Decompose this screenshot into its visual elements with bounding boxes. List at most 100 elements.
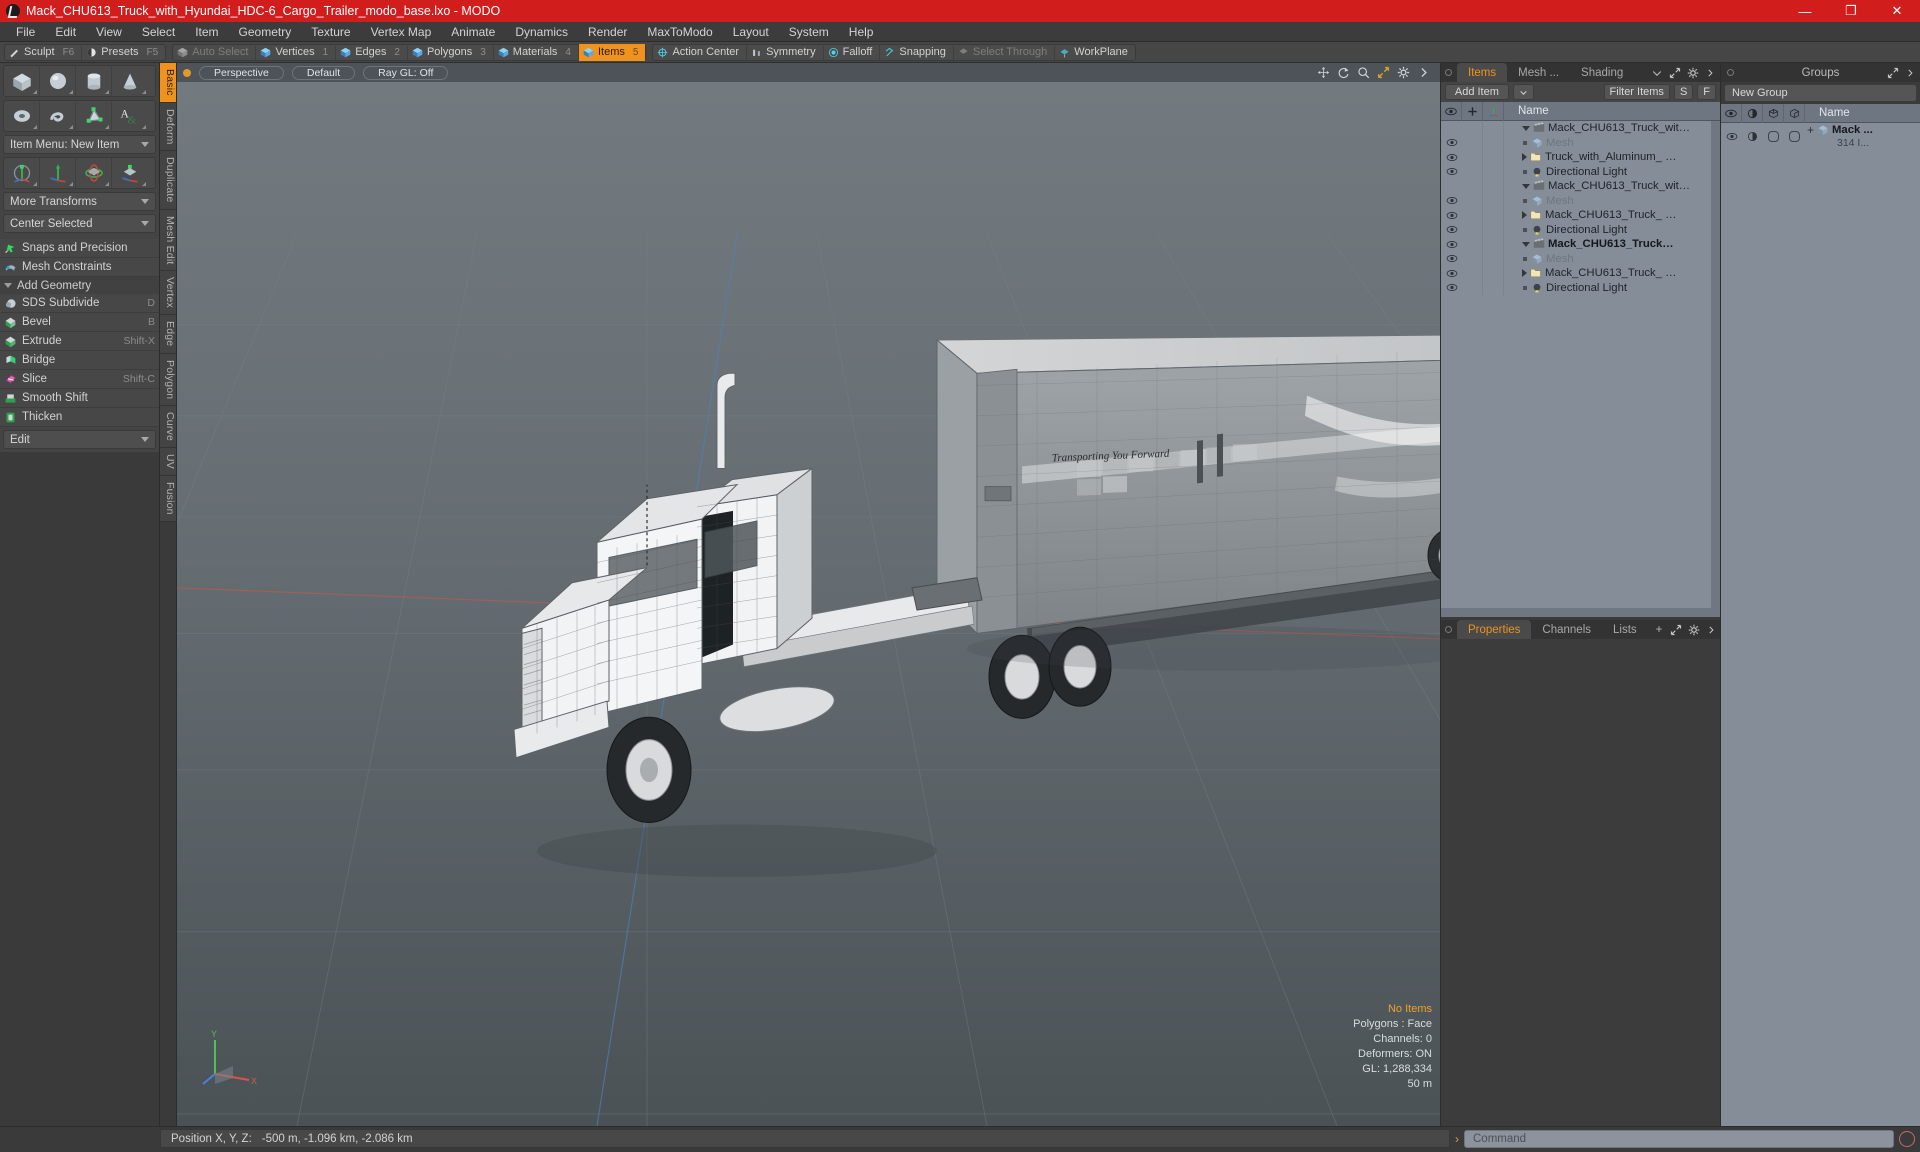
row-name-cell[interactable]: Directional Light: [1504, 166, 1720, 178]
add-item-button[interactable]: Add Item: [1445, 84, 1509, 100]
arrow-right-icon[interactable]: [1905, 68, 1915, 78]
toolbar-button-presets[interactable]: Presets F5: [82, 44, 165, 61]
toolbar-button-select-through[interactable]: Select Through: [954, 43, 1056, 61]
row-name-cell[interactable]: Directional Light: [1504, 282, 1720, 294]
new-group-button[interactable]: New Group: [1724, 84, 1917, 102]
primitive-transform-all-icon[interactable]: [4, 158, 40, 188]
primitive-rotate-icon[interactable]: [76, 158, 112, 188]
command-record-icon[interactable]: [1899, 1130, 1915, 1147]
primitive-torus-icon[interactable]: [4, 101, 40, 131]
row-axis-cell[interactable]: [1483, 266, 1504, 281]
expand-icon[interactable]: [1887, 67, 1899, 79]
group-shade-toggle[interactable]: [1742, 131, 1763, 142]
add-item-dropdown[interactable]: [1512, 84, 1534, 100]
visibility-eye-icon[interactable]: [1446, 283, 1458, 292]
items-list-hscrollbar[interactable]: [1441, 608, 1720, 617]
menu-item-layout[interactable]: Layout: [723, 22, 779, 42]
vertical-tab-polygon[interactable]: Polygon: [160, 353, 176, 407]
expand-icon[interactable]: [1669, 67, 1681, 79]
menu-item-vertex-map[interactable]: Vertex Map: [361, 22, 442, 42]
items-row[interactable]: Mack_CHU613_Truck_ …: [1441, 266, 1720, 281]
tool-bevel[interactable]: Bevel B: [0, 313, 159, 332]
row-name-cell[interactable]: Truck_with_Aluminum_ …: [1504, 151, 1720, 163]
menu-item-help[interactable]: Help: [839, 22, 884, 42]
vertical-tab-uv[interactable]: UV: [160, 448, 176, 477]
row-lock-cell[interactable]: [1462, 237, 1483, 252]
tool-slice[interactable]: Slice Shift-C: [0, 370, 159, 389]
row-lock-cell[interactable]: [1462, 193, 1483, 208]
rotate-icon[interactable]: [1337, 66, 1350, 79]
items-row[interactable]: Mesh: [1441, 135, 1720, 150]
primitive-scale-icon[interactable]: [112, 158, 148, 188]
vertical-tab-edge[interactable]: Edge: [160, 315, 176, 354]
row-axis-cell[interactable]: [1483, 135, 1504, 150]
vertical-tab-basic[interactable]: Basic: [160, 63, 176, 103]
tool-bridge[interactable]: Bridge: [0, 351, 159, 370]
panel-menu-dot-icon[interactable]: [1445, 69, 1452, 76]
add-geometry-header[interactable]: Add Geometry: [0, 277, 159, 294]
tab-channels[interactable]: Channels: [1531, 620, 1602, 639]
pan-icon[interactable]: [1317, 66, 1330, 79]
gear-icon[interactable]: [1397, 66, 1410, 79]
menu-item-view[interactable]: View: [86, 22, 132, 42]
filter-s-button[interactable]: S: [1673, 84, 1694, 100]
row-visibility-toggle[interactable]: [1441, 240, 1462, 249]
row-axis-cell[interactable]: [1483, 164, 1504, 179]
groups-list[interactable]: + Mack ... 314 I...: [1721, 123, 1920, 1126]
arrow-right-icon[interactable]: [1705, 68, 1715, 78]
row-visibility-toggle[interactable]: [1441, 138, 1462, 147]
snaps-and-precision-row[interactable]: Snaps and Precision: [0, 239, 159, 258]
items-row[interactable]: Mack_CHU613_Truck_wit…: [1441, 179, 1720, 194]
column-visibility-icon[interactable]: [1441, 101, 1462, 121]
row-visibility-toggle[interactable]: [1441, 153, 1462, 162]
vertical-tab-curve[interactable]: Curve: [160, 406, 176, 449]
menu-item-system[interactable]: System: [779, 22, 839, 42]
row-name-cell[interactable]: Mesh: [1504, 137, 1720, 149]
arrow-right-icon[interactable]: [1706, 625, 1716, 635]
row-name-cell[interactable]: Mack_CHU613_Truck_wit…: [1504, 122, 1720, 134]
menu-item-geometry[interactable]: Geometry: [229, 22, 302, 42]
toolbar-button-workplane[interactable]: WorkPlane: [1055, 44, 1135, 61]
expand-icon[interactable]: [1670, 624, 1682, 636]
toolbar-button-materials[interactable]: Materials 4: [494, 43, 579, 61]
vertical-tab-mesh-edit[interactable]: Mesh Edit: [160, 209, 176, 272]
items-list[interactable]: Mack_CHU613_Truck_wit… Mesh Truck_with_Alu…: [1441, 121, 1720, 608]
items-row[interactable]: Mack_CHU613_Truck_wit…: [1441, 121, 1720, 136]
tool-smooth-shift[interactable]: Smooth Shift: [0, 389, 159, 408]
items-row[interactable]: Truck_with_Aluminum_ …: [1441, 150, 1720, 165]
tab-[interactable]: +: [1648, 620, 1671, 639]
row-visibility-toggle[interactable]: [1441, 167, 1462, 176]
toolbar-button-action-center[interactable]: Action Center: [653, 43, 748, 61]
row-visibility-toggle[interactable]: [1441, 269, 1462, 278]
column-visibility-icon[interactable]: [1721, 103, 1742, 123]
toolbar-button-polygons[interactable]: Polygons 3: [408, 43, 494, 61]
row-axis-cell[interactable]: [1483, 237, 1504, 252]
column-wire-icon[interactable]: [1763, 103, 1784, 123]
mesh-constraints-row[interactable]: Mesh Constraints: [0, 258, 159, 277]
tab-properties[interactable]: Properties: [1457, 620, 1532, 639]
row-name-cell[interactable]: Mack_CHU613_Truck_ …: [1504, 267, 1720, 279]
expand-arrow-icon[interactable]: [1522, 241, 1530, 247]
row-axis-cell[interactable]: [1483, 280, 1504, 295]
vertical-tab-fusion[interactable]: Fusion: [160, 476, 176, 522]
zoom-icon[interactable]: [1357, 66, 1370, 79]
items-row[interactable]: Directional Light: [1441, 164, 1720, 179]
row-name-cell[interactable]: Mesh: [1504, 253, 1720, 265]
row-name-cell[interactable]: Mesh: [1504, 195, 1720, 207]
items-row[interactable]: Directional Light: [1441, 222, 1720, 237]
primitive-cone-icon[interactable]: [112, 66, 148, 96]
viewport-menu-dot-icon[interactable]: [183, 68, 191, 77]
command-input[interactable]: Command: [1464, 1129, 1894, 1148]
visibility-eye-icon[interactable]: [1446, 153, 1458, 162]
collapse-arrow-icon[interactable]: [1522, 269, 1527, 278]
row-lock-cell[interactable]: [1462, 121, 1483, 136]
tool-thicken[interactable]: Thicken: [0, 408, 159, 427]
primitive-cube-icon[interactable]: [4, 66, 40, 96]
vertical-tab-duplicate[interactable]: Duplicate: [160, 151, 176, 210]
row-axis-cell[interactable]: [1483, 251, 1504, 266]
row-visibility-toggle[interactable]: [1441, 225, 1462, 234]
minimize-button[interactable]: —: [1782, 0, 1828, 22]
expand-arrow-icon[interactable]: [1522, 125, 1530, 131]
row-lock-cell[interactable]: [1462, 251, 1483, 266]
row-axis-cell[interactable]: [1483, 121, 1504, 136]
